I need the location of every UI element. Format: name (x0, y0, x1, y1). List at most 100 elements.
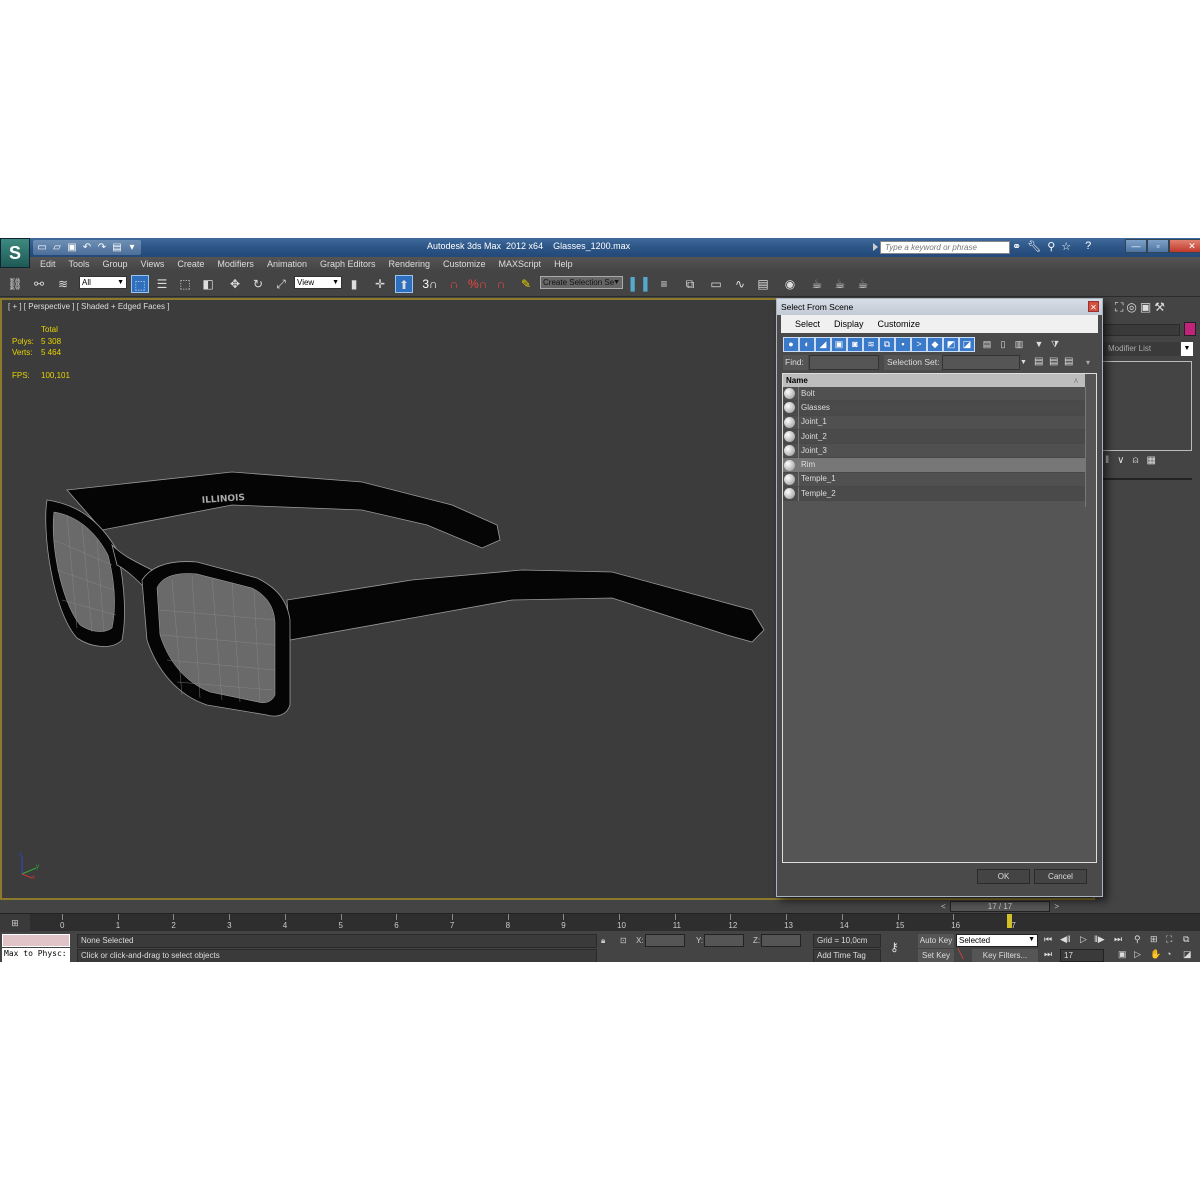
motion-tab-icon[interactable]: ◎ (1126, 300, 1136, 315)
display-bones-icon[interactable]: > (911, 337, 927, 352)
display-frozen-icon[interactable]: ◩ (943, 337, 959, 352)
angle-snap-icon[interactable]: ∩ (445, 275, 463, 293)
display-space-warps-icon[interactable]: ≋ (863, 337, 879, 352)
display-none-icon[interactable]: ▯ (995, 337, 1011, 352)
zoom-extents-icon[interactable]: ⛶ (1166, 934, 1172, 945)
binoculars-icon[interactable]: ⚭ (1012, 240, 1021, 253)
bind-to-space-warp-icon[interactable]: ≋ (54, 275, 72, 293)
menu-create[interactable]: Create (177, 257, 204, 271)
lock-selection-icon[interactable]: 🔒︎ (601, 936, 605, 946)
next-frame-icon[interactable]: ‖▶ (1094, 934, 1105, 945)
display-cameras-icon[interactable]: ▣ (831, 337, 847, 352)
project-icon[interactable]: ▤ (111, 242, 123, 254)
list-scrollbar[interactable] (1085, 387, 1096, 507)
select-object-icon[interactable]: ⬚ (131, 275, 149, 293)
rendered-frame-window-icon[interactable]: ☕︎ (831, 275, 849, 293)
go-to-end-icon[interactable]: ⏭ (1114, 934, 1122, 945)
menu-animation[interactable]: Animation (267, 257, 307, 271)
select-all-icon[interactable]: ▤ (1034, 356, 1043, 367)
list-item[interactable]: Temple_1 (783, 472, 1085, 488)
select-and-rotate-icon[interactable]: ↻ (249, 275, 267, 293)
key-mode-toggle-icon[interactable]: ⏭ (1044, 949, 1052, 960)
ribbon-icon[interactable]: ▭ (707, 275, 725, 293)
zoom-icon[interactable]: ⚲ (1134, 934, 1141, 945)
time-slider[interactable]: < 17 / 17 > (941, 901, 1059, 912)
display-helpers-icon[interactable]: ◙ (847, 337, 863, 352)
app-logo[interactable]: S (0, 238, 30, 268)
viewport-label[interactable]: [ + ] [ Perspective ] [ Shaded + Edged F… (8, 302, 169, 311)
mini-curve-editor-icon[interactable]: ⊞ (0, 914, 30, 932)
key-filters-button[interactable]: Key Filters... (972, 949, 1038, 962)
key-icon[interactable]: ╲ (958, 949, 963, 960)
filter-options-icon[interactable]: ⧩ (1047, 337, 1063, 352)
list-item[interactable]: Joint_2 (783, 429, 1085, 445)
save-icon[interactable]: ▣ (66, 242, 78, 254)
set-key-mode-icon[interactable]: ⚷ (890, 940, 899, 954)
select-and-scale-icon[interactable]: ⤢ (272, 275, 290, 293)
display-lights-icon[interactable]: ◢ (815, 337, 831, 352)
display-shapes-icon[interactable]: ◐ (799, 337, 815, 352)
z-coordinate-input[interactable] (761, 934, 801, 947)
use-pivot-center-icon[interactable]: ▮ (345, 275, 363, 293)
percent-snap-icon[interactable]: %∩ (468, 275, 487, 293)
modifier-list-arrow-icon[interactable]: ▼ (1181, 342, 1193, 356)
add-time-tag[interactable]: Add Time Tag (813, 949, 881, 962)
list-item[interactable]: Joint_3 (783, 443, 1085, 459)
help-icon[interactable]: ? (1085, 240, 1091, 253)
undo-icon[interactable]: ↶ (81, 242, 93, 254)
align-icon[interactable]: ≡ (655, 275, 673, 293)
select-invert-icon[interactable]: ▤ (1064, 356, 1073, 367)
show-end-result-icon[interactable]: ∨ (1117, 455, 1124, 466)
menu-tools[interactable]: Tools (69, 257, 90, 271)
edit-named-selection-icon[interactable]: ✎ (517, 275, 535, 293)
modifier-list-dropdown[interactable]: Modifier List (1100, 342, 1180, 356)
expand-options-icon[interactable]: ▾ (1086, 358, 1090, 367)
list-item[interactable]: Bolt (783, 386, 1085, 402)
menu-customize[interactable]: Customize (443, 257, 486, 271)
curve-editor-icon[interactable]: ∿ (731, 275, 749, 293)
render-setup-icon[interactable]: ☕︎ (808, 275, 826, 293)
dialog-menu-display[interactable]: Display (834, 315, 864, 333)
dialog-title-bar[interactable]: Select From Scene ✕ (777, 299, 1102, 315)
ok-button[interactable]: OK (977, 869, 1030, 884)
zoom-all-icon[interactable]: ⊞ (1150, 934, 1158, 945)
select-none-icon[interactable]: ▤ (1049, 356, 1058, 367)
menu-modifiers[interactable]: Modifiers (217, 257, 254, 271)
spinner-snap-icon[interactable]: ∩ (492, 275, 510, 293)
dialog-close-button[interactable]: ✕ (1088, 301, 1099, 312)
pan-view-icon[interactable]: ▷ (1134, 949, 1141, 960)
list-item[interactable]: Glasses (783, 400, 1085, 416)
select-and-manipulate-icon[interactable]: ✛ (371, 275, 389, 293)
open-icon[interactable]: ▱ (51, 242, 63, 254)
schematic-view-icon[interactable]: ▤ (754, 275, 772, 293)
display-containers-icon[interactable]: ◆ (927, 337, 943, 352)
key-mode-dropdown[interactable]: Selected (956, 934, 1038, 947)
maximize-button[interactable]: ▫ (1147, 239, 1169, 253)
search-expand-icon[interactable] (873, 243, 878, 251)
display-hidden-icon[interactable]: ◪ (959, 337, 975, 352)
filter-icon[interactable]: ▼ (1031, 337, 1047, 352)
display-groups-icon[interactable]: ⧉ (879, 337, 895, 352)
glasses-model[interactable]: ILLINOIS (32, 470, 772, 730)
rectangular-selection-icon[interactable]: ⬚ (176, 275, 194, 293)
list-item[interactable]: Joint_1 (783, 415, 1085, 430)
menu-graph-editors[interactable]: Graph Editors (320, 257, 376, 271)
orbit-icon[interactable]: ✋ (1150, 949, 1161, 960)
menu-help[interactable]: Help (554, 257, 573, 271)
star-icon[interactable]: ☆ (1061, 240, 1071, 253)
menu-views[interactable]: Views (141, 257, 165, 271)
menu-rendering[interactable]: Rendering (389, 257, 431, 271)
selection-set-input[interactable] (942, 355, 1020, 370)
track-bar[interactable]: ⊞ 01234567891011121314151617 (0, 913, 1200, 932)
utilities-tab-icon[interactable]: ⚒ (1154, 300, 1165, 315)
material-editor-icon[interactable]: ◉ (781, 275, 799, 293)
time-playhead[interactable] (1006, 914, 1012, 928)
menu-group[interactable]: Group (103, 257, 128, 271)
snaps-toggle-icon[interactable]: 3∩ (421, 275, 439, 293)
select-and-move-icon[interactable]: ✥ (226, 275, 244, 293)
unlink-icon[interactable]: ⚯ (30, 275, 48, 293)
walk-through-icon[interactable]: ◔ (1166, 949, 1171, 959)
y-coordinate-input[interactable] (704, 934, 744, 947)
current-frame-input[interactable]: 17 (1060, 949, 1104, 962)
maximize-viewport-icon[interactable]: ◪ (1183, 949, 1192, 960)
